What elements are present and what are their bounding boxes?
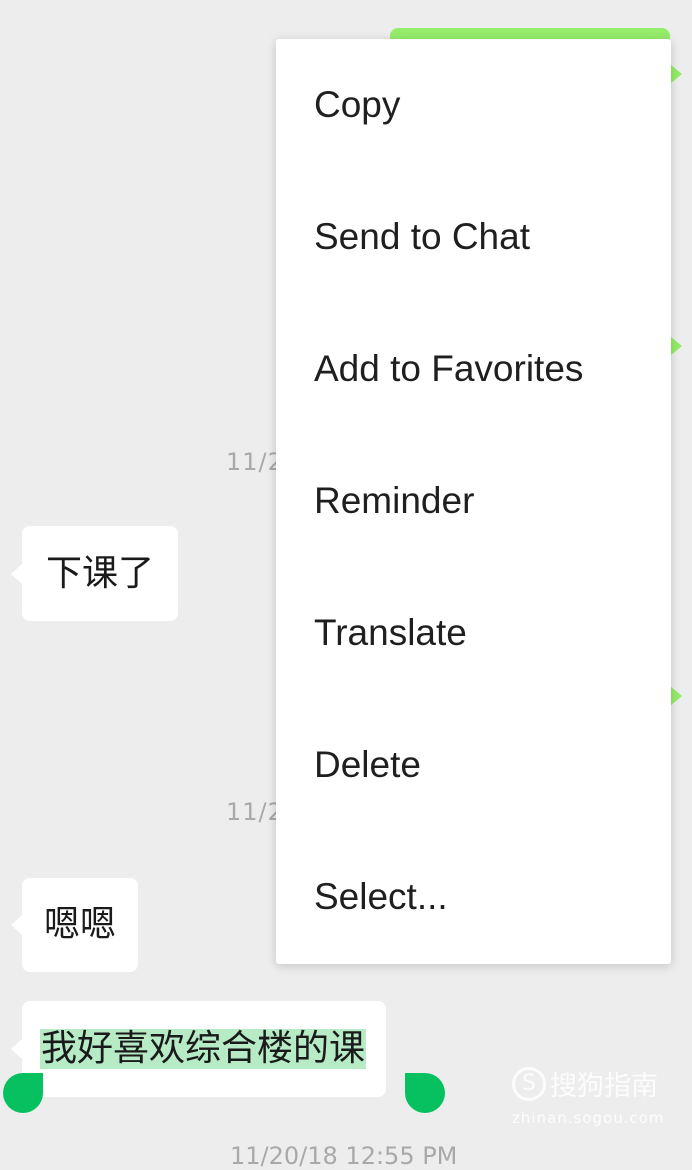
menu-item-reminder[interactable]: Reminder: [276, 435, 671, 567]
outgoing-bubble-tail: [670, 686, 682, 706]
message-context-menu: Copy Send to Chat Add to Favorites Remin…: [276, 39, 671, 964]
outgoing-bubble-tail: [670, 64, 682, 84]
menu-item-add-to-favorites[interactable]: Add to Favorites: [276, 303, 671, 435]
incoming-message-bubble-selected[interactable]: 我好喜欢综合楼的课: [22, 1001, 387, 1097]
selected-message-text[interactable]: 我好喜欢综合楼的课: [40, 1029, 367, 1069]
watermark-url: zhinan.sogou.com: [512, 1109, 665, 1127]
message-text: 嗯嗯: [44, 904, 117, 945]
outgoing-bubble-tail: [670, 336, 682, 356]
incoming-message-bubble[interactable]: 下课了: [22, 526, 179, 621]
watermark-logo: S 搜狗指南: [512, 1064, 665, 1103]
message-text: 下课了: [46, 552, 155, 594]
menu-item-send-to-chat[interactable]: Send to Chat: [276, 171, 671, 303]
menu-item-copy[interactable]: Copy: [276, 39, 671, 171]
message-timestamp-partial: 11/20/18 12:55 PM: [230, 1142, 458, 1170]
selection-start-handle[interactable]: [3, 1073, 43, 1113]
watermark-logo-text: 搜狗指南: [550, 1071, 658, 1102]
selection-end-handle[interactable]: [405, 1073, 445, 1113]
menu-item-select[interactable]: Select...: [276, 831, 671, 963]
menu-item-translate[interactable]: Translate: [276, 567, 671, 699]
sogou-s-icon: S: [512, 1066, 546, 1101]
incoming-message-bubble[interactable]: 嗯嗯: [22, 878, 139, 972]
menu-item-delete[interactable]: Delete: [276, 699, 671, 831]
sogou-watermark: S 搜狗指南 zhinan.sogou.com: [512, 1064, 665, 1127]
